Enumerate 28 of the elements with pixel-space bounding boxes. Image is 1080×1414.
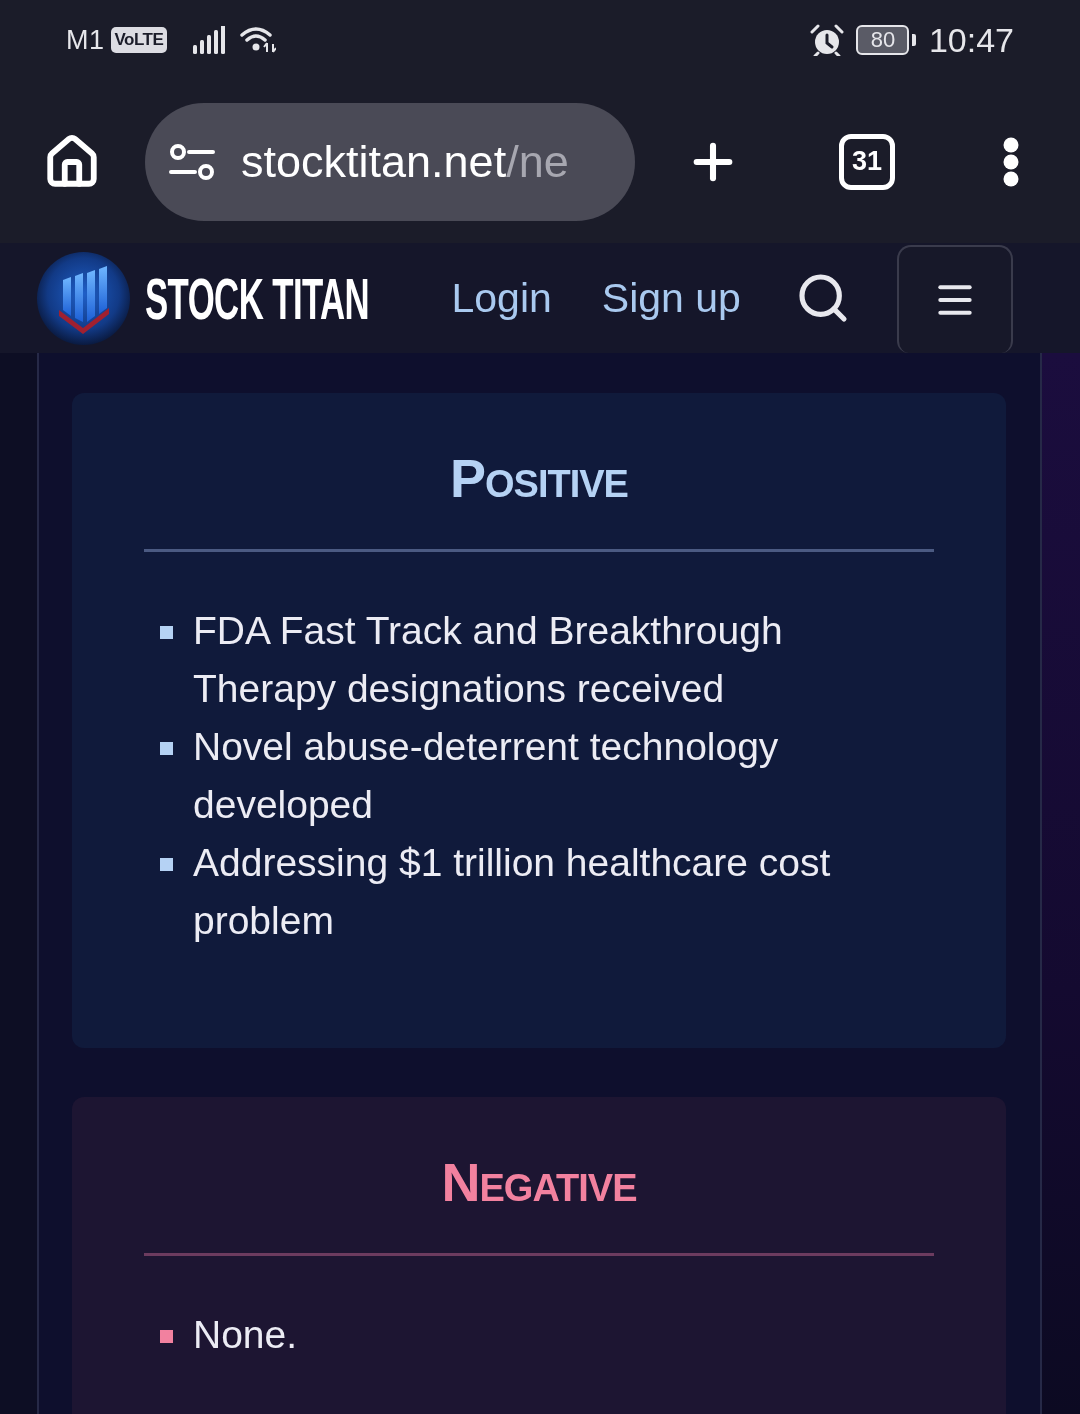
- tune-icon: [169, 142, 215, 181]
- more-icon: [1003, 136, 1019, 187]
- network-badge: VoLTE: [110, 27, 168, 53]
- header-link[interactable]: Login: [451, 274, 552, 322]
- square-bullet-icon: [160, 1330, 173, 1343]
- square-bullet-icon: [160, 858, 173, 871]
- header-link[interactable]: Sign up: [601, 274, 741, 322]
- list-item-text: Novel abuse-deterrent technology developed: [193, 724, 780, 828]
- url-text: stocktitan.net/ne: [241, 135, 569, 188]
- logo-icon: [37, 251, 130, 345]
- carrier-name: M1: [66, 24, 105, 56]
- card-title: NEGATIVE: [440, 1159, 638, 1211]
- list-item-text: FDA Fast Track and Breakthrough Therapy designations received: [193, 608, 784, 712]
- card-title: POSITIVE: [449, 455, 629, 507]
- menu-button[interactable]: [896, 245, 1013, 353]
- signal-icon: [193, 26, 228, 54]
- more-options-button[interactable]: [1003, 136, 1019, 187]
- square-bullet-icon: [160, 742, 173, 755]
- list-item-text: None.: [193, 1312, 298, 1358]
- alarm-clock-icon: [809, 24, 844, 56]
- square-bullet-icon: [160, 626, 173, 639]
- battery-indicator: 80: [855, 25, 916, 55]
- address-field[interactable]: stocktitan.net/ne: [145, 102, 635, 221]
- wifi-icon: [240, 26, 277, 54]
- clock-time: 10:47: [928, 20, 1014, 60]
- list-item-text: Addressing $1 trillion healthcare cost problem: [193, 840, 832, 944]
- tab-count-button[interactable]: 31: [839, 133, 895, 190]
- brand-name: STOCK TITAN: [145, 264, 370, 332]
